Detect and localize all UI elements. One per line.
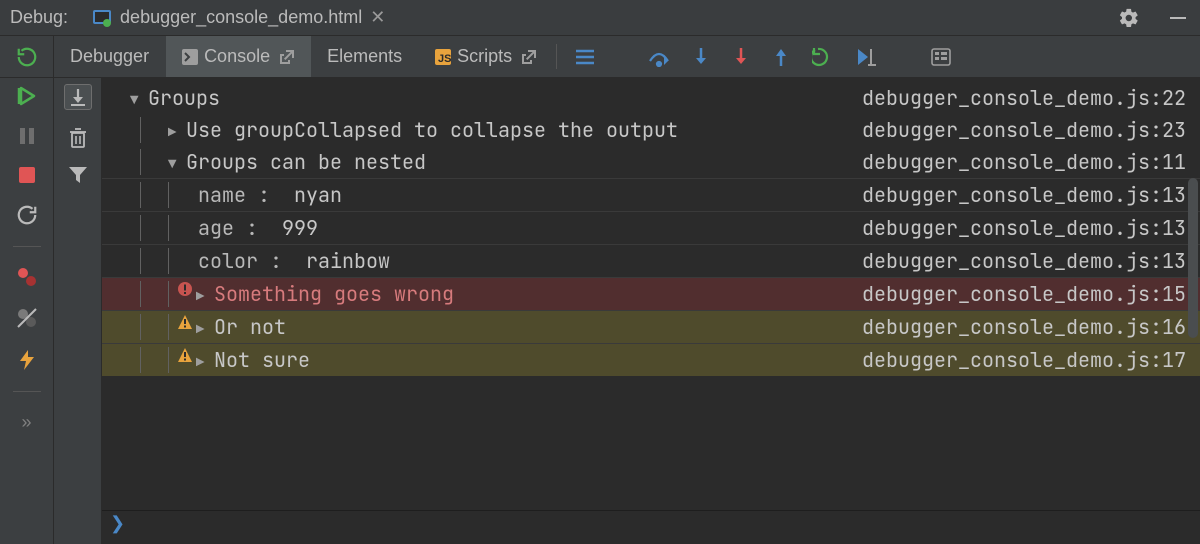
- console-group[interactable]: Groups can be nested debugger_console_de…: [102, 146, 1200, 178]
- log-value: 999: [282, 215, 318, 241]
- debug-rail: »: [0, 78, 54, 544]
- new-window-icon[interactable]: [280, 50, 294, 64]
- tab-label: Console: [204, 46, 270, 67]
- file-tab-name: debugger_console_demo.html: [120, 7, 362, 28]
- tab-console[interactable]: Console: [166, 36, 311, 77]
- console-icon: [182, 49, 198, 65]
- step-out-icon[interactable]: [772, 47, 790, 67]
- filter-icon[interactable]: [68, 166, 88, 184]
- tab-label: Elements: [327, 46, 402, 67]
- source-location[interactable]: debugger_console_demo.js:16: [862, 314, 1186, 340]
- svg-text:JS: JS: [438, 53, 451, 65]
- source-location[interactable]: debugger_console_demo.js:13: [862, 182, 1186, 208]
- log-key: color: [198, 248, 258, 274]
- tab-label: Debugger: [70, 46, 149, 67]
- tab-debugger[interactable]: Debugger: [54, 36, 166, 77]
- debug-tabs: Debugger Console Elements JS Scripts: [54, 36, 552, 77]
- source-location[interactable]: debugger_console_demo.js:13: [862, 215, 1186, 241]
- console-group[interactable]: Groups debugger_console_demo.js:22: [102, 82, 1200, 114]
- chevron-down-icon[interactable]: [168, 149, 186, 175]
- console-actions: [54, 78, 102, 544]
- console-input[interactable]: [102, 510, 1200, 544]
- pause-icon[interactable]: [18, 126, 36, 146]
- chevron-right-icon[interactable]: [168, 117, 186, 143]
- show-frames-icon[interactable]: [575, 48, 595, 66]
- group-label: Groups can be nested: [186, 149, 862, 175]
- source-location[interactable]: debugger_console_demo.js:23: [862, 117, 1186, 143]
- stop-icon[interactable]: [18, 166, 36, 184]
- more-icon[interactable]: »: [21, 412, 31, 433]
- error-icon: [174, 281, 196, 297]
- console-group[interactable]: Use groupCollapsed to collapse the outpu…: [102, 114, 1200, 146]
- resume-icon[interactable]: [17, 86, 37, 106]
- step-into-icon[interactable]: [692, 47, 710, 67]
- evaluate-expression-icon[interactable]: [931, 48, 951, 66]
- chevron-right-icon[interactable]: [196, 281, 214, 307]
- source-location[interactable]: debugger_console_demo.js:15: [862, 281, 1186, 307]
- chevron-down-icon[interactable]: [130, 85, 148, 111]
- file-tab[interactable]: debugger_console_demo.html ✕: [82, 0, 395, 35]
- titlebar: Debug: debugger_console_demo.html ✕: [0, 0, 1200, 36]
- console-warning[interactable]: Not sure debugger_console_demo.js:17: [102, 343, 1200, 376]
- rerun-icon[interactable]: [16, 46, 38, 68]
- log-value: nyan: [294, 182, 342, 208]
- error-message: Something goes wrong: [214, 281, 862, 307]
- log-value: rainbow: [306, 248, 390, 274]
- console-log: color : rainbow debugger_console_demo.js…: [102, 244, 1200, 277]
- group-label: Groups: [148, 85, 862, 111]
- trash-icon[interactable]: [69, 128, 87, 148]
- chevron-right-icon[interactable]: [196, 347, 214, 373]
- source-location[interactable]: debugger_console_demo.js:11: [862, 149, 1186, 175]
- prompt-caret-icon: [110, 513, 125, 534]
- log-key: name: [198, 182, 246, 208]
- html-file-icon: [92, 8, 112, 28]
- run-to-cursor-icon[interactable]: [812, 47, 834, 67]
- warning-icon: [174, 347, 196, 363]
- scrollbar[interactable]: [1188, 178, 1198, 338]
- warning-icon: [174, 314, 196, 330]
- js-icon: JS: [435, 49, 451, 65]
- debug-panel-label: Debug:: [10, 7, 68, 28]
- close-tab-icon[interactable]: ✕: [370, 7, 385, 28]
- chevron-right-icon[interactable]: [196, 314, 214, 340]
- source-location[interactable]: debugger_console_demo.js:13: [862, 248, 1186, 274]
- view-breakpoints-icon[interactable]: [16, 267, 38, 287]
- restart-icon[interactable]: [16, 204, 38, 226]
- gear-icon[interactable]: [1118, 7, 1140, 29]
- mute-breakpoints-icon[interactable]: [16, 307, 38, 329]
- drop-frame-icon[interactable]: [856, 47, 878, 67]
- group-label: Use groupCollapsed to collapse the outpu…: [186, 117, 862, 143]
- tab-scripts[interactable]: JS Scripts: [419, 36, 552, 77]
- step-over-icon[interactable]: [648, 47, 670, 67]
- tab-elements[interactable]: Elements: [311, 36, 419, 77]
- force-step-into-icon[interactable]: [732, 47, 750, 67]
- source-location[interactable]: debugger_console_demo.js:17: [862, 347, 1186, 373]
- warning-message: Not sure: [214, 347, 862, 373]
- console-log: name : nyan debugger_console_demo.js:13: [102, 178, 1200, 211]
- source-location[interactable]: debugger_console_demo.js:22: [862, 85, 1186, 111]
- debug-toolbar: Debugger Console Elements JS Scripts: [0, 36, 1200, 78]
- tab-label: Scripts: [457, 46, 512, 67]
- warning-message: Or not: [214, 314, 862, 340]
- console-warning[interactable]: Or not debugger_console_demo.js:16: [102, 310, 1200, 343]
- minimize-icon[interactable]: [1154, 8, 1194, 28]
- scroll-to-end-icon[interactable]: [64, 84, 92, 110]
- console-error[interactable]: Something goes wrong debugger_console_de…: [102, 277, 1200, 310]
- console-log: age : 999 debugger_console_demo.js:13: [102, 211, 1200, 244]
- new-window-icon[interactable]: [522, 50, 536, 64]
- console-output: Groups debugger_console_demo.js:22 Use g…: [102, 78, 1200, 510]
- log-key: age: [198, 215, 234, 241]
- lightning-icon[interactable]: [18, 349, 36, 371]
